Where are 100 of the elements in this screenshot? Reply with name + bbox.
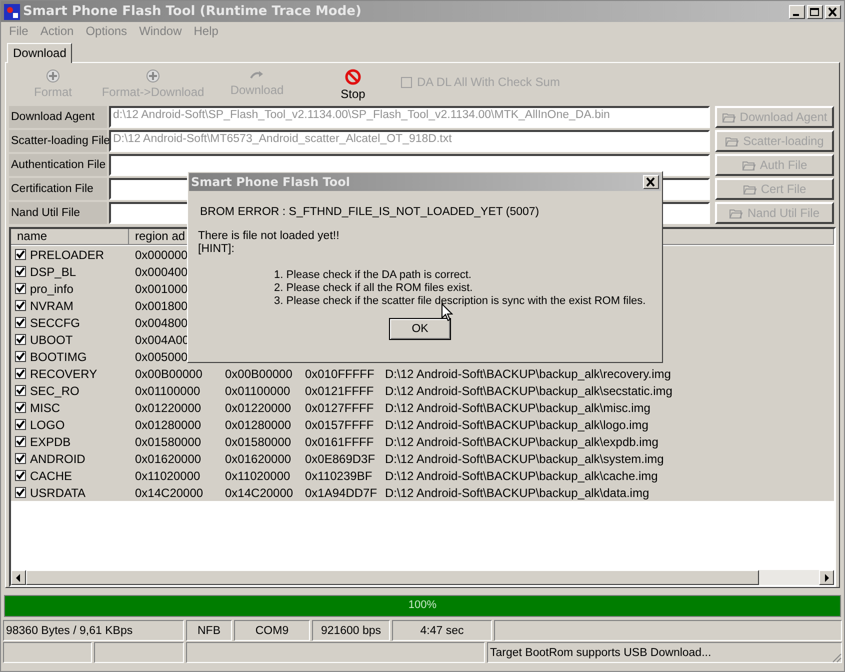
table-cell-text: 0x14C20000 [224,486,294,500]
menu-item[interactable]: Options [80,24,134,38]
status-field: 98360 Bytes / 9,61 KBps [3,620,184,641]
menu-item[interactable]: Action [34,24,80,38]
table-cell-text: 0x004A00 [134,332,190,346]
table-cell-text: 0x11020000 [224,468,292,482]
table-cell-text: 0x004800 [134,316,189,330]
column-header[interactable]: name [11,229,129,245]
minimize-icon[interactable] [789,4,805,18]
table-cell-text: D:\12 Android-Soft\BACKUP\backup_alk\data.img [384,486,650,500]
folder-icon [725,136,740,146]
table-cell-text: 0x0121FFFF [304,384,375,398]
folder-icon [729,208,744,218]
input-field[interactable]: d:\12 Android-Soft\SP_Flash_Tool_v2.1134.00\SP_Flash_Tool_v2.1134.00\MTK_AllInOne_DA.bin [109,106,710,128]
table-cell: LOGO [30,418,65,432]
table-cell-text: 0x14C20000 [134,486,204,500]
field-label: Certification File [9,178,107,200]
table-cell: MISC [30,400,60,414]
input-field[interactable]: D:\12 Android-Soft\MT6573_Android_scatter_Alcatel_OT_918D.txt [109,130,710,152]
table-cell-text: D:\12 Android-Soft\BACKUP\backup_alk\recovery.img [384,366,672,380]
table-cell-text: 0x00B00000 [224,366,294,380]
hint-text: 2. Please check if all the ROM files exist. [274,282,473,295]
status-field: Target BootRom supports USB Download... [487,642,842,663]
checkbox[interactable] [15,453,26,464]
curved-arrow-icon [249,69,265,81]
field-label: Download Agent [9,106,107,128]
checkbox[interactable] [15,470,26,481]
table-cell: CACHE [30,468,72,482]
checkbox[interactable] [15,283,26,294]
close-icon[interactable] [643,175,659,189]
table-cell-text: 0x01580000 [224,434,292,448]
table-cell-text: 0x01220000 [224,400,292,414]
checkbox[interactable] [15,266,26,277]
table-cell-text: 0x01620000 [224,452,292,466]
progress-label: 100% [408,599,437,611]
table-cell: SECCFG [30,316,80,330]
stop-icon [345,69,361,85]
close-icon[interactable] [825,4,841,18]
table-cell-text: 0x0157FFFF [304,418,375,432]
table-cell-text: 0x01580000 [134,434,202,448]
disc-icon [146,69,160,83]
disc-icon [46,69,60,83]
table-cell: PRELOADER [30,248,104,262]
status-field: COM9 [234,620,310,641]
folder-icon [722,112,736,122]
maximize-icon[interactable] [807,4,823,18]
table-cell: RECOVERY [30,366,98,380]
table-cell-text: D:\12 Android-Soft\BACKUP\backup_alk\misc.img [384,400,652,414]
window-title: Smart Phone Flash Tool (Runtime Trace Mode) [23,4,362,19]
folder-icon [742,184,757,194]
table-cell-text: 0x001000 [134,282,189,296]
table-cell: pro_info [30,282,74,296]
checkbox[interactable] [15,419,26,430]
ok-button[interactable]: OK [389,318,451,340]
table-cell: UBOOT [30,332,73,346]
field-label: Authentication File [9,154,107,176]
checkbox[interactable] [15,351,26,362]
status-field: 4:47 sec [392,620,492,641]
checkbox[interactable] [15,436,26,447]
status-field: 921600 bps [312,620,390,641]
resize-grip-icon[interactable] [830,651,842,663]
table-cell-text: 0x110239BF [304,468,374,482]
table-cell: USRDATA [30,486,86,500]
table-cell-text: 0x0161FFFF [304,434,375,448]
checkbox[interactable] [15,317,26,328]
field-label: Nand Util File [9,202,107,224]
table-cell: DSP_BL [30,264,76,278]
checkbox[interactable] [15,368,26,379]
table-cell-text: 0x01220000 [134,400,202,414]
menu-item[interactable]: Help [188,24,224,38]
toolbar-button[interactable]: Stop [305,69,401,101]
table-cell: ANDROID [30,452,86,466]
checkbox[interactable] [15,385,26,396]
field-label: Scatter-loading File [9,130,107,152]
menu-item[interactable]: File [3,24,34,38]
menu-item[interactable]: Window [133,24,188,38]
table-cell-text: 0x0127FFFF [304,400,375,414]
status-field: NFB [186,620,232,641]
checkbox[interactable] [15,249,26,260]
app-icon [4,4,20,20]
table-cell-text: 0x1A94DD7F [304,486,378,500]
hint-text: 3. Please check if the scatter file description is sync with the exist ROM files. [274,295,646,308]
table-cell-text: 0x01100000 [134,384,202,398]
checkbox[interactable] [15,402,26,413]
table-cell-text: 0x005000 [134,350,189,364]
folder-icon [742,160,756,170]
hint-text: 1. Please check if the DA path is correct. [274,269,472,282]
table-cell-text: D:\12 Android-Soft\BACKUP\backup_alk\secstatic.img [384,384,674,398]
checkbox[interactable] [15,334,26,345]
table-cell-text: 0x01280000 [224,418,292,432]
table-cell-text: D:\12 Android-Soft\BACKUP\backup_alk\system.img [384,452,665,466]
table-cell: EXPDB [30,434,71,448]
error-message: BROM ERROR : S_FTHND_FILE_IS_NOT_LOADED_YET (5007) [199,206,540,218]
table-cell-text: 0x000400 [134,264,189,278]
message-text: [HINT]: [198,243,236,256]
checkbox[interactable] [15,487,26,498]
tab[interactable]: Download [7,43,72,63]
checkbox[interactable] [15,300,26,311]
table-cell: NVRAM [30,298,74,312]
table-cell-text: D:\12 Android-Soft\BACKUP\backup_alk\logo.img [384,418,650,432]
